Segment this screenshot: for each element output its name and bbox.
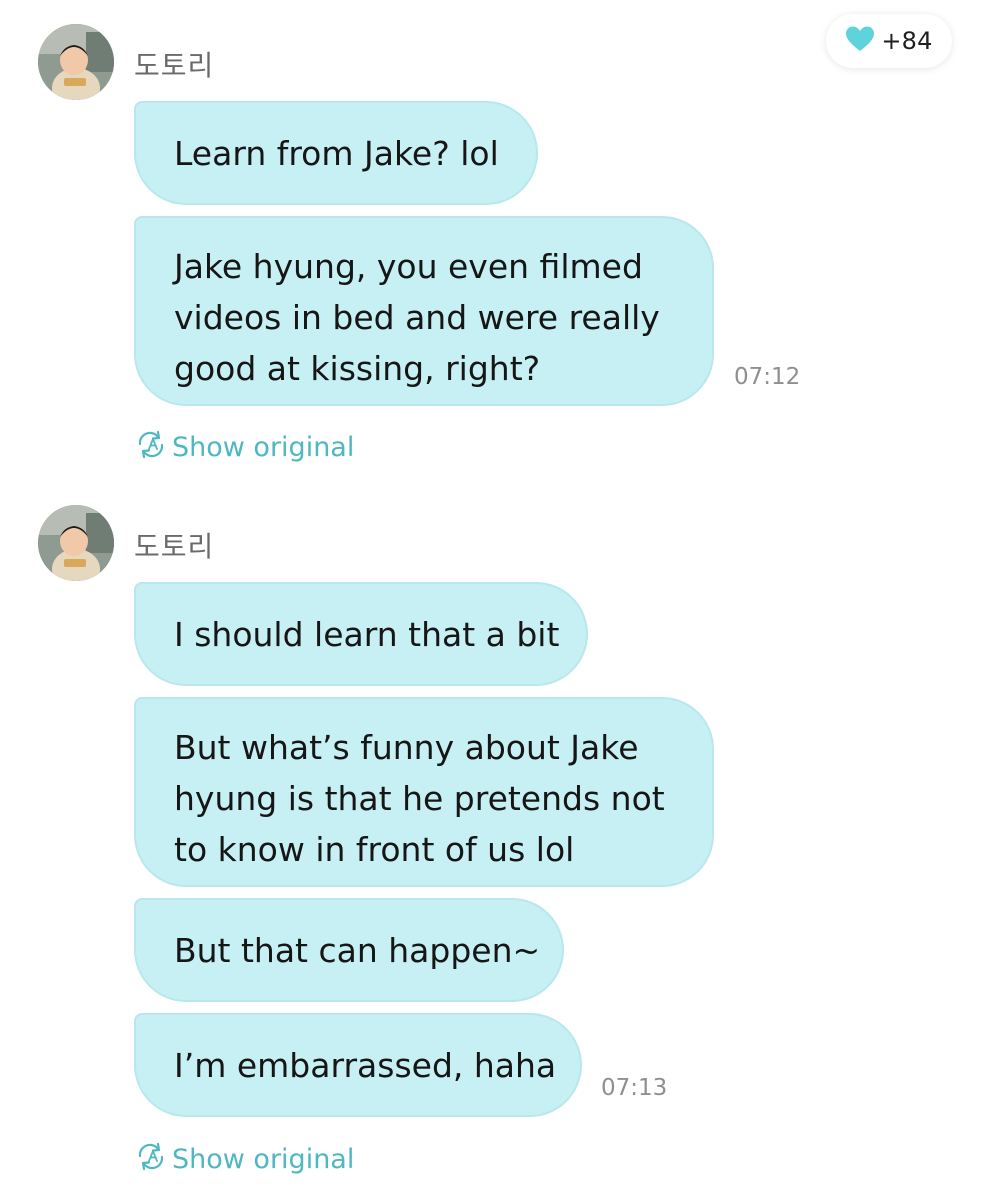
message-bubble[interactable]: But that can happen~: [134, 898, 564, 1002]
message-timestamp: 07:13: [601, 1075, 668, 1101]
heart-icon: [845, 25, 875, 57]
like-reaction-badge[interactable]: +84: [826, 14, 952, 68]
message-timestamp: 07:12: [734, 364, 801, 390]
avatar[interactable]: [38, 24, 114, 100]
message-bubble[interactable]: I’m embarrassed, haha: [134, 1013, 582, 1117]
message-bubble[interactable]: Jake hyung, you even filmed videos in be…: [134, 216, 714, 406]
message-text: I’m embarrassed, haha: [174, 1045, 557, 1085]
avatar[interactable]: [38, 505, 114, 581]
show-original-label: Show original: [172, 1144, 355, 1175]
message-bubble[interactable]: But what’s funny about Jake hyung is tha…: [134, 697, 714, 887]
sender-name: 도토리: [134, 49, 215, 82]
translate-icon: [136, 1142, 166, 1177]
message-text: I should learn that a bit: [174, 614, 560, 654]
show-original-label: Show original: [172, 432, 355, 463]
message-bubble[interactable]: I should learn that a bit: [134, 582, 588, 686]
show-original-link[interactable]: Show original: [136, 430, 354, 465]
message-text: Learn from Jake? lol: [174, 133, 499, 173]
show-original-link[interactable]: Show original: [136, 1142, 354, 1177]
message-text: Jake hyung, you even filmed videos in be…: [174, 247, 660, 388]
message-bubble[interactable]: Learn from Jake? lol: [134, 101, 538, 205]
message-text: But what’s funny about Jake hyung is tha…: [174, 728, 665, 869]
message-text: But that can happen~: [174, 930, 541, 970]
sender-name: 도토리: [134, 530, 215, 563]
like-count: +84: [881, 27, 933, 55]
translate-icon: [136, 430, 166, 465]
